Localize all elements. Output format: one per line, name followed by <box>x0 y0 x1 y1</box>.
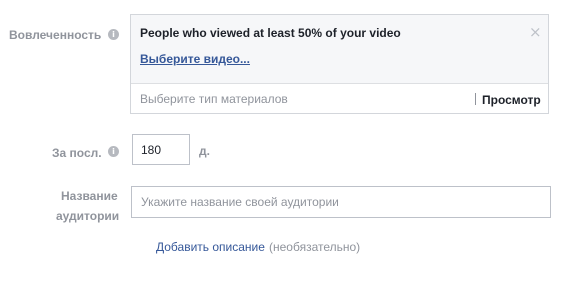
add-description-link[interactable]: Добавить описание <box>156 240 265 254</box>
engagement-card: People who viewed at least 50% of your v… <box>130 14 549 114</box>
days-unit-label: д. <box>199 144 210 158</box>
optional-note: (необязательно) <box>269 240 361 254</box>
browse-button[interactable]: Просмотр <box>482 93 541 107</box>
audience-name-label-line1: Название <box>61 189 118 203</box>
audience-name-label-line2: аудитории <box>56 209 120 223</box>
period-label: За посл. <box>52 146 102 160</box>
close-icon[interactable]: × <box>529 23 542 41</box>
engagement-rule-title: People who viewed at least 50% of your v… <box>140 26 401 40</box>
audience-name-input[interactable] <box>131 186 551 218</box>
info-icon[interactable]: i <box>108 146 119 157</box>
engagement-label: Вовлеченность <box>9 28 102 42</box>
engagement-card-header: People who viewed at least 50% of your v… <box>131 15 548 84</box>
days-input[interactable] <box>132 134 190 165</box>
content-type-input[interactable] <box>131 84 471 113</box>
info-icon[interactable]: i <box>108 29 119 40</box>
divider <box>475 93 476 105</box>
choose-video-link[interactable]: Выберите видео... <box>140 52 250 66</box>
